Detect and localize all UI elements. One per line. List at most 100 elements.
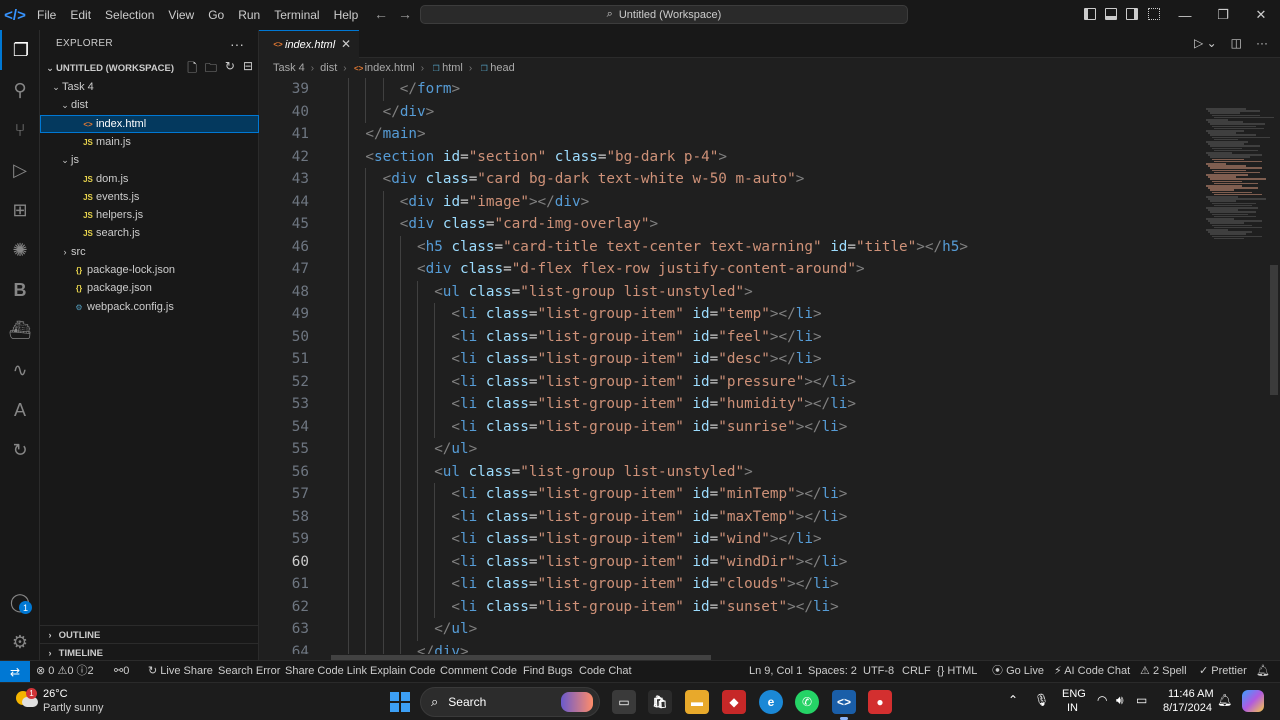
code-line[interactable]: 59 <li class="list-group-item" id="wind">…: [259, 528, 1199, 551]
vscode-taskbar-icon[interactable]: <>: [832, 690, 856, 720]
breadcrumb-item[interactable]: dist: [320, 62, 337, 74]
run-debug-icon[interactable]: ▷: [0, 150, 40, 190]
tree-file[interactable]: {} package.json: [40, 279, 259, 297]
task-view-icon[interactable]: ▭: [612, 690, 636, 714]
workspace-header[interactable]: ⌄ UNTITLED (WORKSPACE) 🗋 🗀 ↻ ⊟: [40, 59, 259, 78]
forward-arrow-icon[interactable]: →: [398, 6, 412, 22]
code-line[interactable]: 39 </form>: [259, 78, 1199, 101]
new-folder-icon[interactable]: 🗀: [205, 59, 217, 80]
menu-help[interactable]: Help: [327, 0, 366, 30]
microsoft-store-icon[interactable]: 🛍︎: [648, 690, 672, 714]
code-line[interactable]: 46 <h5 class="card-title text-center text…: [259, 235, 1199, 258]
tree-file[interactable]: JS helpers.js: [40, 206, 259, 224]
code-line[interactable]: 45 <div class="card-img-overlay">: [259, 213, 1199, 236]
tree-file[interactable]: JS main.js: [40, 133, 259, 151]
taskbar-search[interactable]: ⌕ Search: [420, 687, 600, 717]
go-live-button[interactable]: ⦿ Go Live: [992, 661, 1044, 683]
volume-icon[interactable]: 🔊︎: [1116, 693, 1124, 708]
show-hidden-icons-icon[interactable]: ⌃: [1008, 693, 1018, 707]
code-line[interactable]: 63 </ul>: [259, 618, 1199, 641]
edge-browser-icon[interactable]: e: [759, 690, 783, 714]
tree-folder[interactable]: ⌄ Task 4: [40, 78, 259, 96]
toggle-primary-sidebar-icon[interactable]: [1084, 8, 1096, 20]
code-line[interactable]: 57 <li class="list-group-item" id="minTem…: [259, 483, 1199, 506]
docker-icon[interactable]: ⛴: [0, 310, 40, 350]
command-center[interactable]: ⌕ Untitled (Workspace): [420, 5, 908, 24]
weather-temperature[interactable]: 26°C: [43, 688, 68, 700]
breadcrumb-item[interactable]: Task 4: [273, 62, 305, 74]
tree-file[interactable]: ⚙ webpack.config.js: [40, 298, 259, 316]
code-line[interactable]: 61 <li class="list-group-item" id="clouds…: [259, 573, 1199, 596]
tree-file[interactable]: JS search.js: [40, 224, 259, 242]
tree-file[interactable]: JS dom.js: [40, 170, 259, 188]
prettier-status[interactable]: ✓ Prettier: [1199, 661, 1247, 683]
close-window-button[interactable]: ✕: [1238, 0, 1280, 30]
refresh-icon[interactable]: ↻: [225, 59, 235, 80]
weather-condition[interactable]: Partly sunny: [43, 702, 104, 714]
vertical-scrollbar[interactable]: [1270, 265, 1278, 395]
code-line[interactable]: 53 <li class="list-group-item" id="humidi…: [259, 393, 1199, 416]
copilot-icon[interactable]: [1242, 690, 1264, 712]
encoding[interactable]: UTF-8: [863, 661, 894, 683]
more-actions-icon[interactable]: ···: [230, 36, 244, 52]
code-line[interactable]: 43 <div class="card bg-dark text-white w-…: [259, 168, 1199, 191]
collapse-all-icon[interactable]: ⊟: [243, 59, 253, 80]
ports-status[interactable]: ⚯0: [114, 661, 129, 683]
search-icon[interactable]: ⚲: [0, 70, 40, 110]
extensions-icon[interactable]: ⊞: [0, 190, 40, 230]
toggle-panel-icon[interactable]: [1105, 8, 1117, 20]
breadcrumb-item[interactable]: head: [490, 62, 514, 74]
search-error-button[interactable]: Search Error: [218, 661, 280, 683]
more-actions-icon[interactable]: ···: [1256, 36, 1268, 50]
clock-time[interactable]: 11:46 AM: [1168, 688, 1214, 700]
split-editor-icon[interactable]: ◫: [1231, 36, 1242, 50]
find-bugs-button[interactable]: Find Bugs: [523, 661, 573, 683]
code-line[interactable]: 56 <ul class="list-group list-unstyled">: [259, 460, 1199, 483]
run-icon[interactable]: ▷ ⌄: [1194, 36, 1217, 50]
explain-code-button[interactable]: Explain Code: [370, 661, 435, 683]
input-region[interactable]: IN: [1067, 702, 1078, 714]
timeline-section[interactable]: › TIMELINE: [40, 643, 259, 661]
code-line[interactable]: 48 <ul class="list-group list-unstyled">: [259, 280, 1199, 303]
weather-icon[interactable]: 1: [16, 688, 38, 709]
code-line[interactable]: 47 <div class="d-flex flex-row justify-co…: [259, 258, 1199, 281]
problems-status[interactable]: ⊗ 0 ⚠0 ⓘ2: [36, 661, 94, 683]
menu-selection[interactable]: Selection: [98, 0, 161, 30]
bito-icon[interactable]: B: [0, 270, 40, 310]
breadcrumb-item[interactable]: html: [442, 62, 463, 74]
code-line[interactable]: 50 <li class="list-group-item" id="feel">…: [259, 325, 1199, 348]
tree-folder[interactable]: › src: [40, 243, 259, 261]
tree-folder[interactable]: ⌄ dist: [40, 96, 259, 114]
breadcrumb-item[interactable]: index.html: [365, 62, 415, 74]
minimap[interactable]: [1200, 78, 1274, 654]
code-line[interactable]: 58 <li class="list-group-item" id="maxTem…: [259, 505, 1199, 528]
tab-index-html[interactable]: <> index.html ✕: [259, 30, 359, 58]
tree-file[interactable]: {} package-lock.json: [40, 261, 259, 279]
explorer-icon[interactable]: ❐: [0, 30, 40, 70]
menu-file[interactable]: File: [30, 0, 63, 30]
menu-edit[interactable]: Edit: [63, 0, 98, 30]
file-explorer-icon[interactable]: ▬: [685, 690, 709, 714]
menu-terminal[interactable]: Terminal: [267, 0, 326, 30]
live-share-status[interactable]: ↻ Live Share: [148, 661, 213, 683]
close-tab-icon[interactable]: ✕: [341, 37, 351, 51]
settings-gear-icon[interactable]: ⚙: [0, 622, 40, 662]
notifications-icon[interactable]: 🔔︎: [1217, 693, 1232, 707]
python-icon[interactable]: ∿: [0, 350, 40, 390]
whatsapp-icon[interactable]: ✆: [795, 690, 819, 714]
battery-icon[interactable]: ▭: [1136, 693, 1147, 707]
wifi-icon[interactable]: ◠: [1097, 693, 1107, 707]
comment-code-button[interactable]: Comment Code: [440, 661, 517, 683]
menu-view[interactable]: View: [161, 0, 201, 30]
spell-check-status[interactable]: ⚠ 2 Spell: [1140, 661, 1187, 683]
chatgpt-icon[interactable]: ✺: [0, 230, 40, 270]
mcafee-icon[interactable]: ◆: [722, 690, 746, 714]
menu-go[interactable]: Go: [201, 0, 231, 30]
tree-file[interactable]: JS events.js: [40, 188, 259, 206]
code-editor[interactable]: 39 </form> 40 </div> 41 </main> 42 <section id=…: [259, 78, 1199, 654]
microphone-icon[interactable]: 🎙︎: [1034, 693, 1049, 707]
remote-indicator-icon[interactable]: ⇄: [0, 661, 30, 683]
code-line[interactable]: 41 </main>: [259, 123, 1199, 146]
code-line[interactable]: 62 <li class="list-group-item" id="sunset…: [259, 595, 1199, 618]
accounts-icon[interactable]: ◯ 1: [0, 582, 40, 622]
